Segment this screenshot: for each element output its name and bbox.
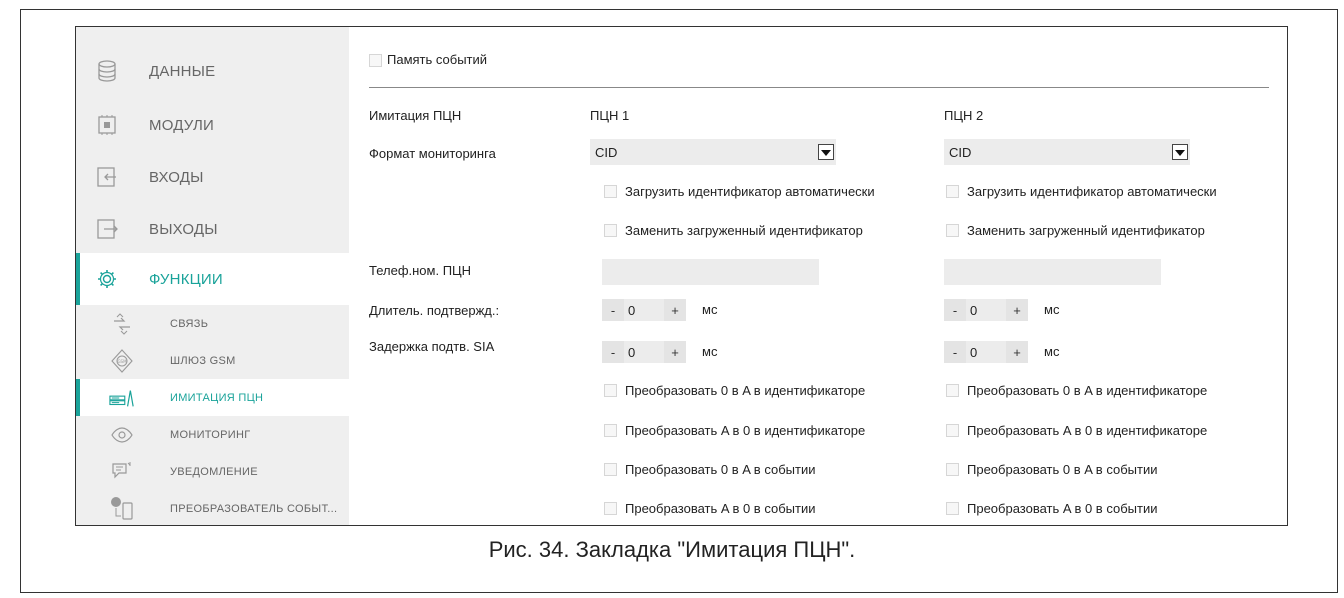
increment-button[interactable]: + bbox=[1006, 341, 1028, 363]
station2-phone-input[interactable] bbox=[944, 259, 1161, 285]
station1-convert-a0-event-label: Преобразовать A в 0 в событии bbox=[625, 501, 816, 516]
event-converter-icon bbox=[109, 496, 135, 521]
divider bbox=[369, 87, 1269, 88]
sidebar-subitem-label: ПРЕОБРАЗОВАТЕЛЬ СОБЫТ... bbox=[170, 502, 338, 515]
sidebar-item-inputs[interactable]: ВХОДЫ bbox=[76, 151, 349, 203]
figure-caption: Рис. 34. Закладка "Имитация ПЦН". bbox=[488, 537, 856, 562]
stepper-value[interactable]: 0 bbox=[966, 299, 1006, 321]
sia-delay-label: Задержка подтв. SIA bbox=[369, 339, 495, 354]
chevron-down-icon[interactable] bbox=[1172, 144, 1188, 160]
station1-load-id-label: Загрузить идентификатор автоматически bbox=[625, 184, 875, 199]
increment-button[interactable]: + bbox=[664, 299, 686, 321]
stepper-value[interactable]: 0 bbox=[624, 299, 664, 321]
monitoring-format-label: Формат мониторинга bbox=[369, 146, 496, 161]
station2-format-select[interactable]: CID bbox=[944, 139, 1190, 165]
increment-button[interactable]: + bbox=[1006, 299, 1028, 321]
sidebar-item-label: ВЫХОДЫ bbox=[149, 220, 218, 238]
station1-format-select[interactable]: CID bbox=[590, 139, 836, 165]
eye-icon bbox=[109, 423, 135, 447]
input-icon bbox=[96, 166, 118, 188]
station1-convert-0a-event-checkbox[interactable] bbox=[604, 463, 617, 476]
stepper-value[interactable]: 0 bbox=[966, 341, 1006, 363]
decrement-button[interactable]: - bbox=[944, 341, 966, 363]
station1-convert-0a-event-label: Преобразовать 0 в A в событии bbox=[625, 462, 816, 477]
module-icon bbox=[96, 114, 118, 136]
station1-header: ПЦН 1 bbox=[590, 108, 630, 123]
decrement-button[interactable]: - bbox=[944, 299, 966, 321]
station2-convert-a0-event-checkbox[interactable] bbox=[946, 502, 959, 515]
station1-convert-0a-id-label: Преобразовать 0 в A в идентификаторе bbox=[625, 383, 866, 398]
station2-convert-0a-id-checkbox[interactable] bbox=[946, 384, 959, 397]
event-memory-label: Память событий bbox=[387, 52, 488, 67]
decrement-button[interactable]: - bbox=[602, 341, 624, 363]
station2-convert-0a-id-label: Преобразовать 0 в A в идентификаторе bbox=[967, 383, 1208, 398]
station2-load-id-label: Загрузить идентификатор автоматически bbox=[967, 184, 1217, 199]
sidebar-item-functions[interactable]: ФУНКЦИИ bbox=[76, 253, 349, 305]
sidebar-item-label: ФУНКЦИИ bbox=[149, 270, 223, 288]
station1-replace-id-label: Заменить загруженный идентификатор bbox=[625, 223, 863, 238]
station2-convert-0a-event-label: Преобразовать 0 в A в событии bbox=[967, 462, 1158, 477]
sidebar-item-modules[interactable]: МОДУЛИ bbox=[76, 99, 349, 151]
unit-label: мс bbox=[702, 302, 718, 317]
station1-convert-0a-id-checkbox[interactable] bbox=[604, 384, 617, 397]
unit-label: мс bbox=[702, 344, 718, 359]
sidebar-subitem-label: УВЕДОМЛЕНИЕ bbox=[170, 465, 258, 478]
station1-convert-a0-id-checkbox[interactable] bbox=[604, 424, 617, 437]
sidebar: ДАННЫЕ МОДУЛИ ВХОДЫ ВЫХОДЫ ФУНКЦИИ СВЯЗЬ… bbox=[76, 27, 349, 525]
monitoring-station-icon bbox=[109, 386, 135, 410]
sidebar-item-label: МОДУЛИ bbox=[149, 116, 215, 134]
output-icon bbox=[96, 218, 118, 240]
database-icon bbox=[96, 60, 118, 82]
station2-convert-0a-event-checkbox[interactable] bbox=[946, 463, 959, 476]
sidebar-item-label: ДАННЫЕ bbox=[149, 62, 216, 80]
sidebar-subitem-event-converter[interactable]: ПРЕОБРАЗОВАТЕЛЬ СОБЫТ... bbox=[76, 490, 349, 525]
unit-label: мс bbox=[1044, 344, 1060, 359]
sidebar-subitem-notification[interactable]: УВЕДОМЛЕНИЕ bbox=[76, 453, 349, 490]
station1-replace-id-checkbox[interactable] bbox=[604, 224, 617, 237]
station2-convert-a0-event-label: Преобразовать A в 0 в событии bbox=[967, 501, 1158, 516]
connection-icon bbox=[109, 312, 135, 336]
sidebar-subitem-label: МОНИТОРИНГ bbox=[170, 428, 251, 441]
decrement-button[interactable]: - bbox=[602, 299, 624, 321]
gsm-gateway-icon: GSM bbox=[109, 348, 135, 373]
sidebar-subitem-label: СВЯЗЬ bbox=[170, 317, 209, 330]
chevron-down-icon[interactable] bbox=[818, 144, 834, 160]
event-memory-checkbox[interactable] bbox=[369, 54, 382, 67]
sidebar-item-label: ВХОДЫ bbox=[149, 168, 204, 186]
unit-label: мс bbox=[1044, 302, 1060, 317]
sidebar-subitem-connection[interactable]: СВЯЗЬ bbox=[76, 305, 349, 342]
gear-icon bbox=[96, 268, 118, 290]
notification-icon bbox=[109, 460, 135, 484]
sidebar-item-data[interactable]: ДАННЫЕ bbox=[76, 45, 349, 97]
station2-format-value: CID bbox=[949, 144, 972, 160]
station-emulation-label: Имитация ПЦН bbox=[369, 108, 462, 123]
station2-convert-a0-id-label: Преобразовать A в 0 в идентификаторе bbox=[967, 423, 1208, 438]
station1-format-value: CID bbox=[595, 144, 618, 160]
station1-convert-a0-id-label: Преобразовать A в 0 в идентификаторе bbox=[625, 423, 866, 438]
station2-replace-id-checkbox[interactable] bbox=[946, 224, 959, 237]
sidebar-subitem-label: ИМИТАЦИЯ ПЦН bbox=[170, 391, 264, 404]
sidebar-subitem-label: ШЛЮЗ GSM bbox=[170, 354, 236, 367]
increment-button[interactable]: + bbox=[664, 341, 686, 363]
station1-phone-input[interactable] bbox=[602, 259, 819, 285]
svg-text:GSM: GSM bbox=[117, 359, 127, 364]
sidebar-subitem-monitoring[interactable]: МОНИТОРИНГ bbox=[76, 416, 349, 453]
station2-load-id-checkbox[interactable] bbox=[946, 185, 959, 198]
station2-convert-a0-id-checkbox[interactable] bbox=[946, 424, 959, 437]
sidebar-subitem-station-emulation[interactable]: ИМИТАЦИЯ ПЦН bbox=[76, 379, 349, 416]
ack-duration-label: Длитель. подтвержд.: bbox=[369, 303, 500, 318]
app-screenshot: ДАННЫЕ МОДУЛИ ВХОДЫ ВЫХОДЫ ФУНКЦИИ СВЯЗЬ… bbox=[75, 26, 1288, 526]
sidebar-subitem-gsm-gateway[interactable]: GSM ШЛЮЗ GSM bbox=[76, 342, 349, 379]
station1-convert-a0-event-checkbox[interactable] bbox=[604, 502, 617, 515]
station2-header: ПЦН 2 bbox=[944, 108, 984, 123]
station2-replace-id-label: Заменить загруженный идентификатор bbox=[967, 223, 1205, 238]
sidebar-item-outputs[interactable]: ВЫХОДЫ bbox=[76, 203, 349, 255]
stepper-value[interactable]: 0 bbox=[624, 341, 664, 363]
station1-load-id-checkbox[interactable] bbox=[604, 185, 617, 198]
main-panel: Память событий Имитация ПЦН ПЦН 1 ПЦН 2 … bbox=[349, 27, 1287, 525]
phone-label: Телеф.ном. ПЦН bbox=[369, 263, 472, 278]
